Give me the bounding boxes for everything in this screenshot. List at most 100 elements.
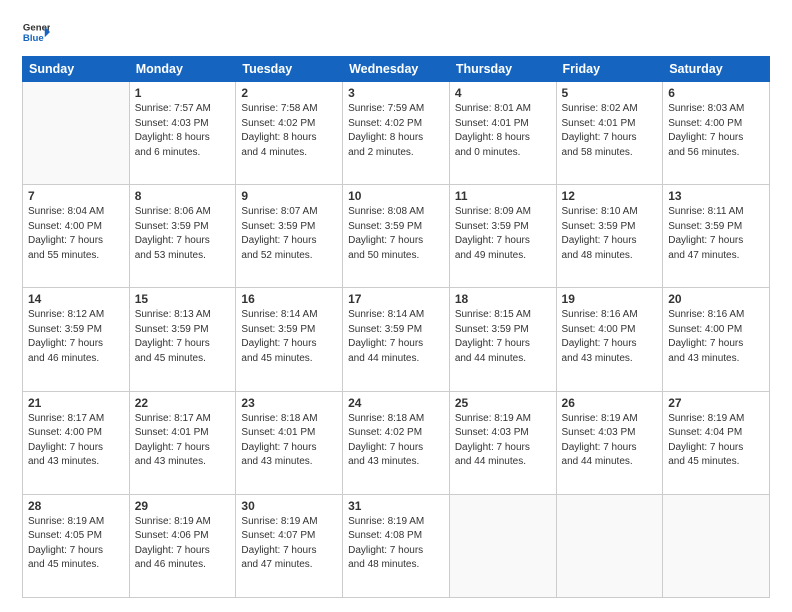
day-number: 13 bbox=[668, 189, 764, 203]
logo-icon: General Blue bbox=[22, 18, 50, 46]
calendar-cell: 18 Sunrise: 8:15 AM Sunset: 3:59 PM Dayli… bbox=[449, 288, 556, 391]
day-info: Sunrise: 8:19 AM Sunset: 4:07 PM Dayligh… bbox=[241, 515, 337, 573]
day-number: 1 bbox=[135, 86, 231, 100]
weekday-header-row: SundayMondayTuesdayWednesdayThursdayFrid… bbox=[23, 57, 770, 82]
calendar-table: SundayMondayTuesdayWednesdayThursdayFrid… bbox=[22, 56, 770, 598]
day-number: 7 bbox=[28, 189, 124, 203]
day-info: Sunrise: 8:12 AM Sunset: 3:59 PM Dayligh… bbox=[28, 308, 124, 366]
day-info: Sunrise: 8:18 AM Sunset: 4:01 PM Dayligh… bbox=[241, 412, 337, 470]
day-number: 16 bbox=[241, 292, 337, 306]
day-number: 8 bbox=[135, 189, 231, 203]
week-row-0: 1 Sunrise: 7:57 AM Sunset: 4:03 PM Daylig… bbox=[23, 82, 770, 185]
calendar-cell: 1 Sunrise: 7:57 AM Sunset: 4:03 PM Daylig… bbox=[129, 82, 236, 185]
calendar-cell: 2 Sunrise: 7:58 AM Sunset: 4:02 PM Daylig… bbox=[236, 82, 343, 185]
day-info: Sunrise: 8:02 AM Sunset: 4:01 PM Dayligh… bbox=[562, 102, 658, 160]
calendar-cell: 27Sunrise: 8:19 AM Sunset: 4:04 PM Dayli… bbox=[663, 391, 770, 494]
day-number: 12 bbox=[562, 189, 658, 203]
day-info: Sunrise: 8:03 AM Sunset: 4:00 PM Dayligh… bbox=[668, 102, 764, 160]
day-number: 18 bbox=[455, 292, 551, 306]
day-info: Sunrise: 7:57 AM Sunset: 4:03 PM Dayligh… bbox=[135, 102, 231, 160]
weekday-header-friday: Friday bbox=[556, 57, 663, 82]
day-number: 4 bbox=[455, 86, 551, 100]
calendar-cell: 16 Sunrise: 8:14 AM Sunset: 3:59 PM Dayli… bbox=[236, 288, 343, 391]
day-number: 29 bbox=[135, 499, 231, 513]
day-info: Sunrise: 7:59 AM Sunset: 4:02 PM Dayligh… bbox=[348, 102, 444, 160]
calendar-cell: 21 Sunrise: 8:17 AM Sunset: 4:00 PM Dayli… bbox=[23, 391, 130, 494]
day-info: Sunrise: 8:14 AM Sunset: 3:59 PM Dayligh… bbox=[348, 308, 444, 366]
weekday-header-wednesday: Wednesday bbox=[343, 57, 450, 82]
day-number: 2 bbox=[241, 86, 337, 100]
calendar-cell: 12 Sunrise: 8:10 AM Sunset: 3:59 PM Dayli… bbox=[556, 185, 663, 288]
weekday-header-saturday: Saturday bbox=[663, 57, 770, 82]
day-number: 20 bbox=[668, 292, 764, 306]
day-number: 23 bbox=[241, 396, 337, 410]
day-info: Sunrise: 8:19 AM Sunset: 4:06 PM Dayligh… bbox=[135, 515, 231, 573]
calendar-cell: 5 Sunrise: 8:02 AM Sunset: 4:01 PM Daylig… bbox=[556, 82, 663, 185]
day-info: Sunrise: 8:19 AM Sunset: 4:03 PM Dayligh… bbox=[562, 412, 658, 470]
day-info: Sunrise: 8:08 AM Sunset: 3:59 PM Dayligh… bbox=[348, 205, 444, 263]
calendar-cell: 26 Sunrise: 8:19 AM Sunset: 4:03 PM Dayli… bbox=[556, 391, 663, 494]
day-info: Sunrise: 8:14 AM Sunset: 3:59 PM Dayligh… bbox=[241, 308, 337, 366]
weekday-header-tuesday: Tuesday bbox=[236, 57, 343, 82]
day-number: 26 bbox=[562, 396, 658, 410]
day-info: Sunrise: 8:17 AM Sunset: 4:01 PM Dayligh… bbox=[135, 412, 231, 470]
calendar-cell bbox=[663, 494, 770, 597]
calendar-cell: 3Sunrise: 7:59 AM Sunset: 4:02 PM Daylig… bbox=[343, 82, 450, 185]
day-number: 17 bbox=[348, 292, 444, 306]
calendar-cell bbox=[449, 494, 556, 597]
calendar-cell: 8 Sunrise: 8:06 AM Sunset: 3:59 PM Daylig… bbox=[129, 185, 236, 288]
calendar-cell: 22Sunrise: 8:17 AM Sunset: 4:01 PM Dayli… bbox=[129, 391, 236, 494]
day-number: 6 bbox=[668, 86, 764, 100]
weekday-header-monday: Monday bbox=[129, 57, 236, 82]
week-row-2: 14 Sunrise: 8:12 AM Sunset: 3:59 PM Dayli… bbox=[23, 288, 770, 391]
day-number: 9 bbox=[241, 189, 337, 203]
day-number: 10 bbox=[348, 189, 444, 203]
week-row-4: 28Sunrise: 8:19 AM Sunset: 4:05 PM Dayli… bbox=[23, 494, 770, 597]
calendar-cell: 25 Sunrise: 8:19 AM Sunset: 4:03 PM Dayli… bbox=[449, 391, 556, 494]
calendar-cell: 23 Sunrise: 8:18 AM Sunset: 4:01 PM Dayli… bbox=[236, 391, 343, 494]
svg-text:Blue: Blue bbox=[23, 33, 44, 44]
day-info: Sunrise: 8:16 AM Sunset: 4:00 PM Dayligh… bbox=[562, 308, 658, 366]
calendar-cell: 24Sunrise: 8:18 AM Sunset: 4:02 PM Dayli… bbox=[343, 391, 450, 494]
calendar-cell: 20 Sunrise: 8:16 AM Sunset: 4:00 PM Dayli… bbox=[663, 288, 770, 391]
day-info: Sunrise: 8:15 AM Sunset: 3:59 PM Dayligh… bbox=[455, 308, 551, 366]
day-info: Sunrise: 8:19 AM Sunset: 4:03 PM Dayligh… bbox=[455, 412, 551, 470]
calendar-cell: 6 Sunrise: 8:03 AM Sunset: 4:00 PM Daylig… bbox=[663, 82, 770, 185]
header: General Blue bbox=[22, 18, 770, 46]
day-info: Sunrise: 7:58 AM Sunset: 4:02 PM Dayligh… bbox=[241, 102, 337, 160]
page: General Blue SundayMondayTuesdayWednesda… bbox=[0, 0, 792, 612]
day-number: 14 bbox=[28, 292, 124, 306]
day-number: 21 bbox=[28, 396, 124, 410]
day-info: Sunrise: 8:19 AM Sunset: 4:08 PM Dayligh… bbox=[348, 515, 444, 573]
day-number: 27 bbox=[668, 396, 764, 410]
day-number: 31 bbox=[348, 499, 444, 513]
weekday-header-thursday: Thursday bbox=[449, 57, 556, 82]
day-number: 11 bbox=[455, 189, 551, 203]
day-info: Sunrise: 8:04 AM Sunset: 4:00 PM Dayligh… bbox=[28, 205, 124, 263]
day-number: 25 bbox=[455, 396, 551, 410]
day-number: 15 bbox=[135, 292, 231, 306]
day-number: 5 bbox=[562, 86, 658, 100]
day-info: Sunrise: 8:06 AM Sunset: 3:59 PM Dayligh… bbox=[135, 205, 231, 263]
day-info: Sunrise: 8:17 AM Sunset: 4:00 PM Dayligh… bbox=[28, 412, 124, 470]
calendar-cell: 13 Sunrise: 8:11 AM Sunset: 3:59 PM Dayli… bbox=[663, 185, 770, 288]
day-info: Sunrise: 8:11 AM Sunset: 3:59 PM Dayligh… bbox=[668, 205, 764, 263]
calendar-cell: 9 Sunrise: 8:07 AM Sunset: 3:59 PM Daylig… bbox=[236, 185, 343, 288]
day-info: Sunrise: 8:18 AM Sunset: 4:02 PM Dayligh… bbox=[348, 412, 444, 470]
calendar-cell bbox=[556, 494, 663, 597]
calendar-cell: 7 Sunrise: 8:04 AM Sunset: 4:00 PM Daylig… bbox=[23, 185, 130, 288]
day-number: 19 bbox=[562, 292, 658, 306]
calendar-cell: 30 Sunrise: 8:19 AM Sunset: 4:07 PM Dayli… bbox=[236, 494, 343, 597]
day-info: Sunrise: 8:10 AM Sunset: 3:59 PM Dayligh… bbox=[562, 205, 658, 263]
calendar-cell: 28Sunrise: 8:19 AM Sunset: 4:05 PM Dayli… bbox=[23, 494, 130, 597]
logo: General Blue bbox=[22, 18, 50, 46]
calendar-cell: 19 Sunrise: 8:16 AM Sunset: 4:00 PM Dayli… bbox=[556, 288, 663, 391]
day-number: 30 bbox=[241, 499, 337, 513]
day-info: Sunrise: 8:07 AM Sunset: 3:59 PM Dayligh… bbox=[241, 205, 337, 263]
calendar-cell: 4Sunrise: 8:01 AM Sunset: 4:01 PM Daylig… bbox=[449, 82, 556, 185]
calendar-cell: 14 Sunrise: 8:12 AM Sunset: 3:59 PM Dayli… bbox=[23, 288, 130, 391]
calendar-cell: 15Sunrise: 8:13 AM Sunset: 3:59 PM Dayli… bbox=[129, 288, 236, 391]
calendar-cell: 10 Sunrise: 8:08 AM Sunset: 3:59 PM Dayli… bbox=[343, 185, 450, 288]
week-row-1: 7 Sunrise: 8:04 AM Sunset: 4:00 PM Daylig… bbox=[23, 185, 770, 288]
day-info: Sunrise: 8:16 AM Sunset: 4:00 PM Dayligh… bbox=[668, 308, 764, 366]
